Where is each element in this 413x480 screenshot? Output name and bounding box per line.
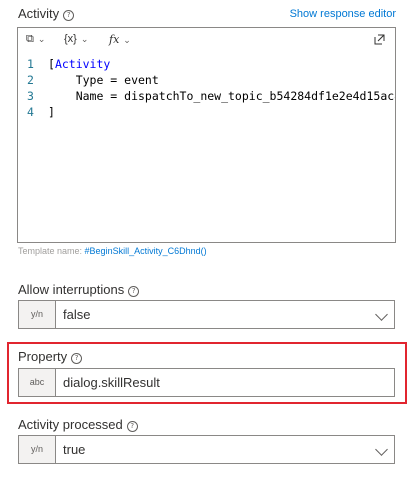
template-name-link[interactable]: #BeginSkill_Activity_C6Dhnd() [85, 246, 207, 256]
info-icon[interactable]: ? [63, 10, 75, 21]
chevron-down-icon: ⌄ [37, 34, 46, 44]
line-number: 3 [27, 89, 34, 103]
activity-label: Activity? [18, 6, 75, 21]
input-value: dialog.skillResult [63, 375, 160, 390]
chevron-down-icon: ⌄ [123, 36, 131, 46]
code-text: [Activity [48, 57, 111, 71]
allow-interruptions-dropdown[interactable]: y/n false [18, 300, 395, 329]
line-number: 1 [27, 57, 34, 71]
chevron-down-icon: ⌄ [80, 34, 89, 44]
chevron-down-icon [375, 443, 388, 456]
activity-editor[interactable]: ⧉ ⌄ {x} ⌄ fx ⌄ 1 [Activity 2 Type = event 3 Na… [17, 27, 396, 243]
chevron-down-icon [375, 308, 388, 321]
property-input[interactable]: abc dialog.skillResult [18, 368, 395, 397]
info-icon[interactable]: ? [128, 286, 140, 297]
code-text: Type = event [48, 73, 159, 87]
dropdown-value: false [63, 307, 91, 322]
dropdown-value: true [63, 442, 86, 457]
line-number: 2 [27, 73, 34, 87]
insert-template-button[interactable]: ⧉ ⌄ [26, 33, 45, 46]
expand-icon[interactable] [374, 34, 385, 45]
activity-processed-dropdown[interactable]: y/n true [18, 435, 395, 464]
template-name: Template name: #BeginSkill_Activity_C6Dh… [18, 246, 207, 256]
allow-interruptions-label: Allow interruptions? [18, 282, 140, 297]
type-prefix: y/n [19, 301, 56, 328]
code-text: Name = dispatchTo_new_topic_b54284df1e2e… [48, 89, 395, 103]
line-number: 4 [27, 105, 34, 119]
info-icon[interactable]: ? [126, 421, 138, 432]
type-prefix: abc [19, 369, 56, 396]
editor-toolbar: ⧉ ⌄ {x} ⌄ fx ⌄ [18, 28, 395, 54]
info-icon[interactable]: ? [71, 353, 83, 364]
code-area[interactable]: 1 [Activity 2 Type = event 3 Name = dispatc… [18, 56, 395, 156]
insert-function-button[interactable]: fx ⌄ [109, 33, 131, 46]
insert-property-button[interactable]: {x} ⌄ [64, 33, 88, 45]
template-icon: ⧉ [26, 33, 34, 45]
activity-processed-label: Activity processed? [18, 417, 138, 432]
show-response-editor-link[interactable]: Show response editor [290, 8, 396, 20]
code-text: ] [48, 105, 55, 119]
property-label: Property? [18, 349, 83, 364]
type-prefix: y/n [19, 436, 56, 463]
